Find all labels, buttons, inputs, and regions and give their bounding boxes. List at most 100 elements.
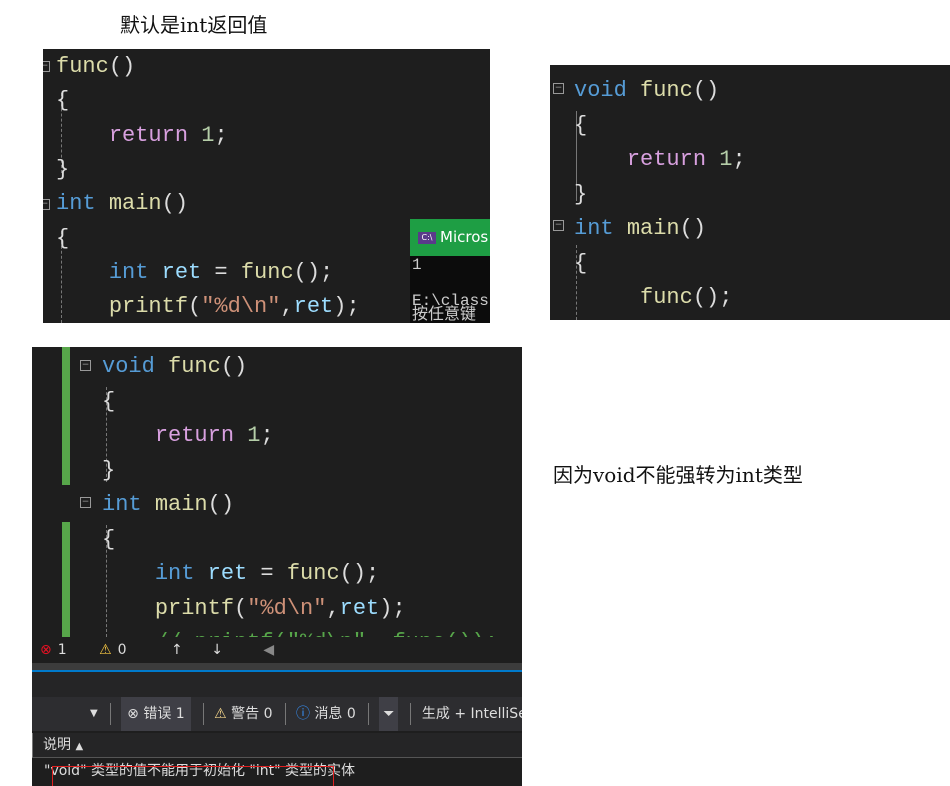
code-token: , [326,595,340,621]
code-token: void [102,354,155,379]
fold-icon[interactable]: − [80,360,91,371]
code-token: 1 [247,423,261,448]
code-line: { [574,113,587,139]
code-line: func(); [574,285,732,311]
editor-status-bar: ⊗ 1 ⚠ 0 ↑ ↓ ◀ [32,637,522,663]
code-token: ; [260,423,274,448]
code-token: } [102,457,116,483]
console-line: ​ [410,274,490,292]
code-token: func [240,259,294,285]
messages-filter-button[interactable]: ⓘ 消息 0 [296,697,356,731]
code-token: main [154,492,208,517]
code-token: ret [293,294,334,320]
messages-filter-label: 消息 0 [314,706,356,722]
code-token: ); [333,294,360,320]
code-token: func [640,285,693,310]
code-line: int main() [56,191,188,217]
filter-icon[interactable]: ⏷ [379,697,399,731]
code-token: main [108,191,162,217]
code-token: { [102,388,116,414]
code-line: { [102,389,115,415]
code-line: } [102,458,115,484]
code-token: () [161,191,189,217]
fold-icon[interactable]: − [80,497,91,508]
fold-icon[interactable]: − [43,199,50,210]
code-token: { [574,250,588,276]
error-list-header: 说明 ▲ [32,733,522,758]
errors-filter-label: 错误 1 [143,706,185,722]
code-token: { [574,112,588,138]
code-token: "%d\n" [201,294,281,320]
code-token: int [154,561,195,586]
code-token: 1 [201,122,215,148]
highlight-box [52,766,334,786]
code-line: { [574,251,587,277]
fold-icon[interactable]: − [553,220,564,231]
console-titlebar: C:\ Micros [410,219,490,256]
code-token: (); [692,285,733,310]
console-title: Micros [440,228,489,246]
scope-dropdown-icon[interactable]: ▼ [90,697,98,731]
warning-icon[interactable]: ⚠ [99,637,112,663]
code-token: int [56,191,96,217]
code-token: ); [379,595,406,621]
code-line: int main() [102,492,234,518]
error-count-icon[interactable]: ⊗ [40,637,52,663]
code-token: int [108,259,149,285]
code-token: "%d\n" [247,595,327,621]
code-token: = [247,561,287,586]
code-line: { [102,527,115,553]
code-line: } [56,157,69,183]
code-line: void func() [574,78,719,104]
note-default-int: 默认是int返回值 [120,13,268,37]
code-token: ( [234,595,248,621]
scroll-left-icon[interactable]: ◀ [263,637,274,663]
code-line: return 1; [574,147,746,173]
sort-ascending-icon[interactable]: ▲ [75,741,83,752]
code-token: return [154,423,235,448]
code-token: ; [732,147,746,172]
code-token: func [56,54,109,79]
code-token: 1 [719,147,733,172]
build-intellisense-dropdown[interactable]: 生成 + IntelliSense [422,697,522,731]
fold-icon[interactable]: − [553,83,564,94]
note-void-cast: 因为void不能强转为int类型 [553,463,803,487]
error-icon: ⊗ [127,706,139,722]
code-token: () [692,78,720,103]
error-list-toolbar: ▼ ⊗ 错误 1 ⚠ 警告 0 ⓘ 消息 0 ⏷ 生成 + IntelliSen… [32,697,522,731]
code-screenshot-2: − − void func(){ return 1;} int main(){ f… [550,65,950,320]
column-description[interactable]: 说明 [43,737,71,753]
code-token: ret [207,561,248,586]
code-token: printf [108,294,189,320]
code-token: func [640,78,693,103]
code-line: return 1; [102,423,274,449]
arrow-up-icon[interactable]: ↑ [171,637,183,663]
code-line: int main() [574,216,706,242]
warnings-filter-button[interactable]: ⚠ 警告 0 [214,697,272,731]
code-token: { [102,526,116,552]
warning-icon: ⚠ [214,706,227,722]
fold-icon[interactable]: − [43,61,50,72]
code-token: main [626,216,680,241]
code-token: int [102,492,142,517]
warning-count[interactable]: 0 [118,637,127,663]
errors-filter-button[interactable]: ⊗ 错误 1 [121,697,191,731]
error-count[interactable]: 1 [58,637,67,663]
code-token: } [56,156,70,182]
arrow-down-icon[interactable]: ↓ [211,637,223,663]
code-line: } [574,182,587,208]
code-line: printf("%d\n",ret); [56,294,360,320]
code-token: int [574,216,614,241]
console-icon: C:\ [418,231,436,244]
